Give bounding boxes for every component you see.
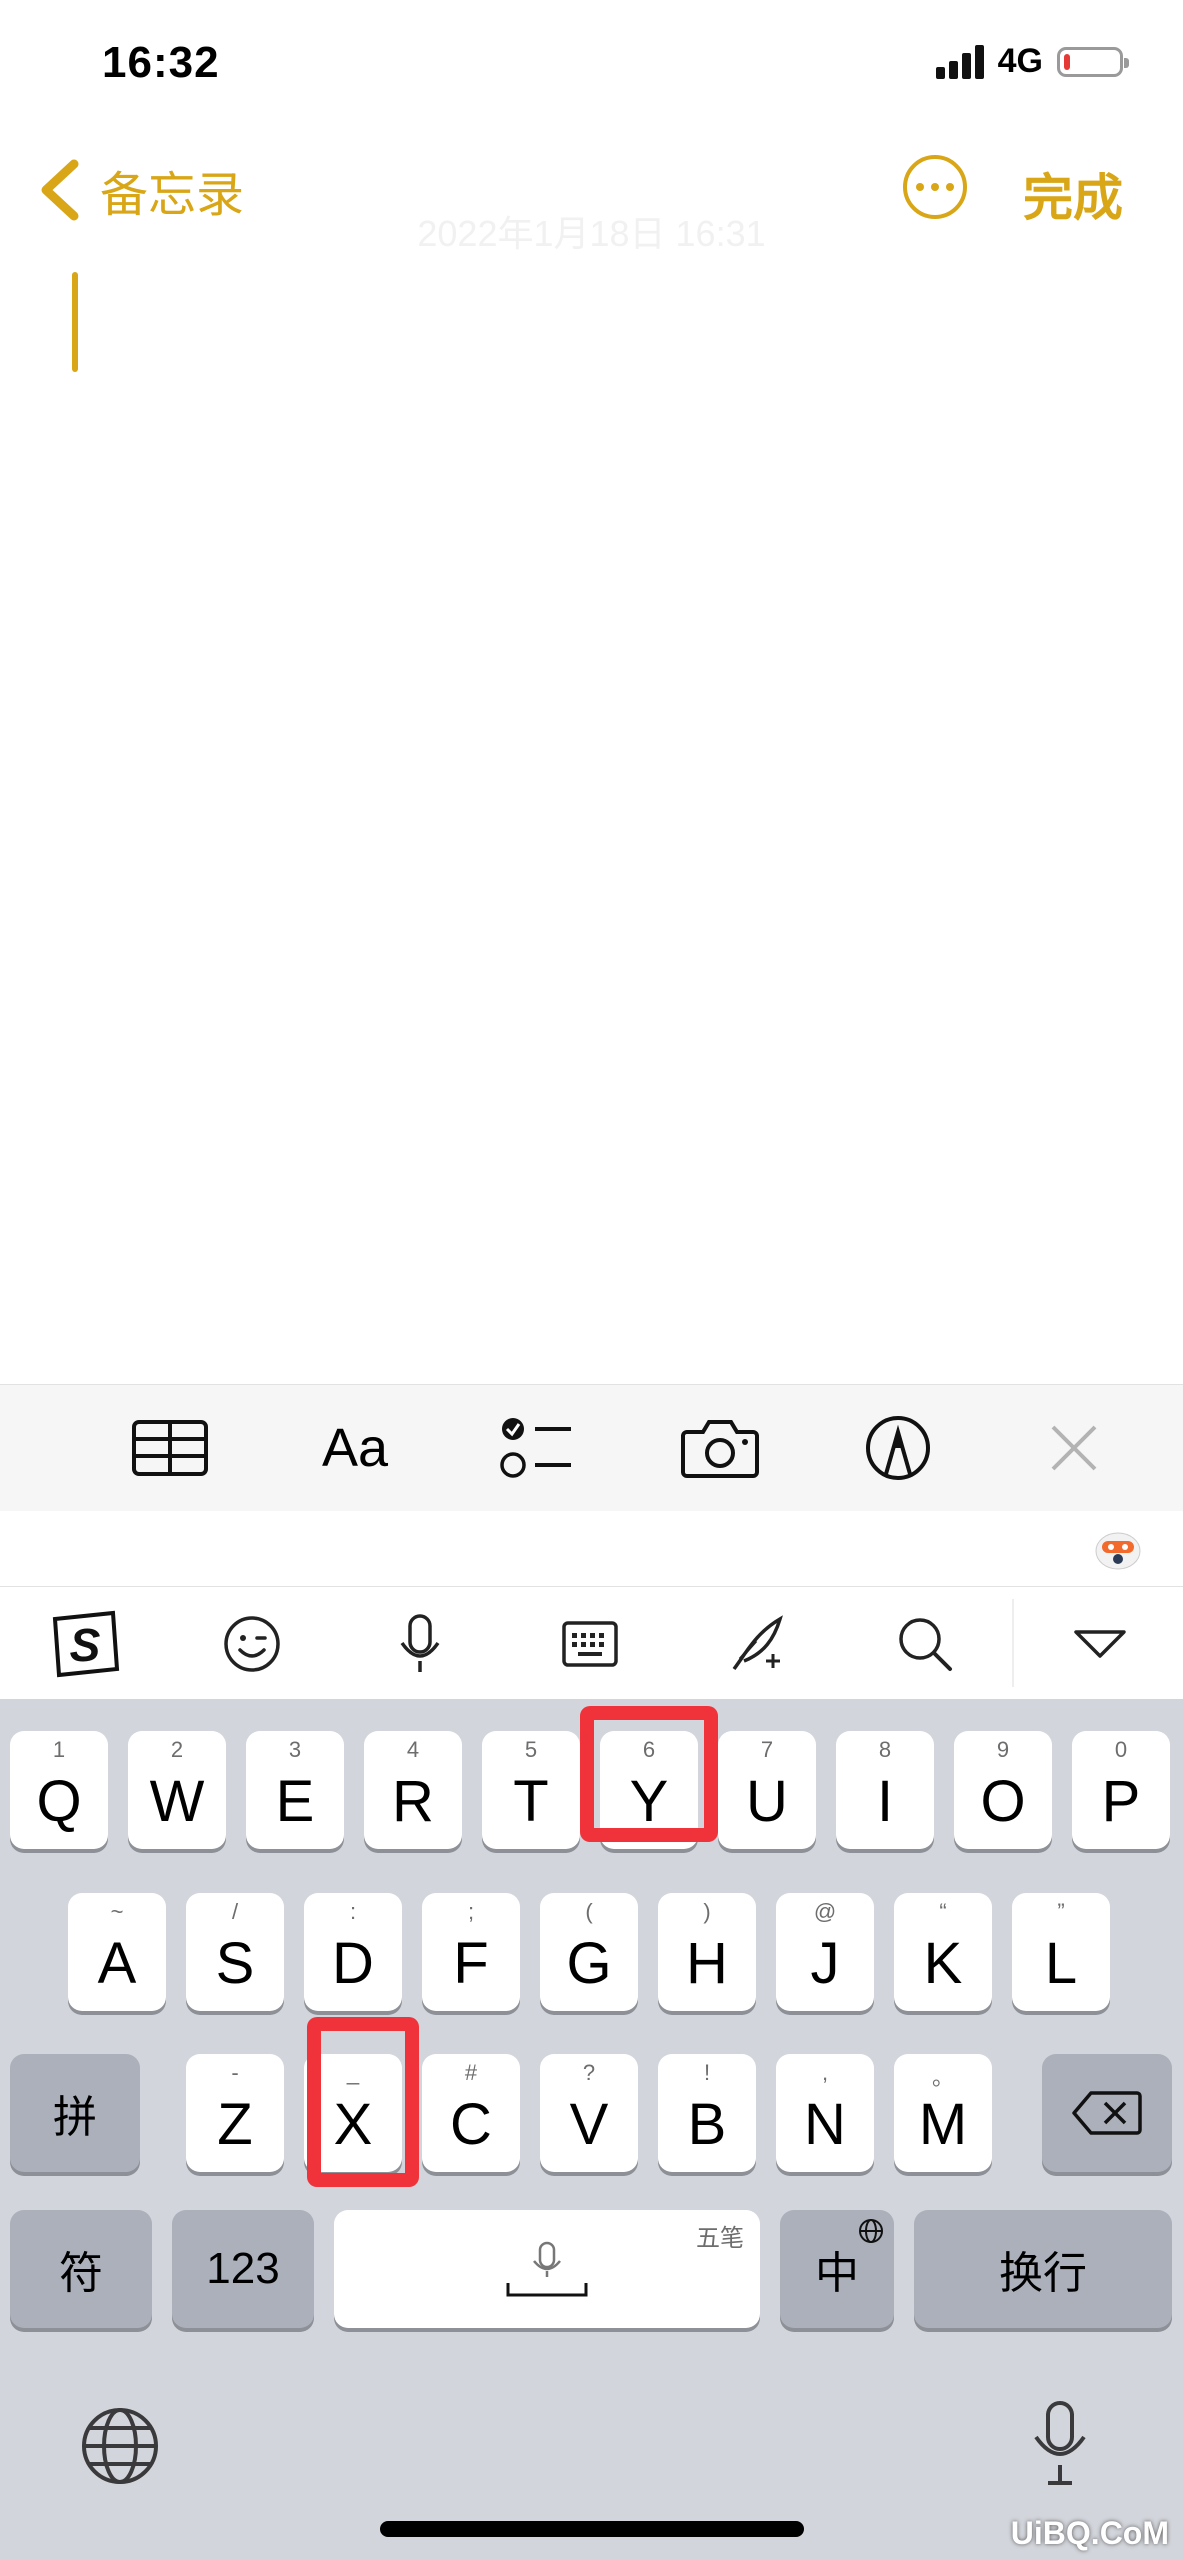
key-e[interactable]: 3E [246, 1731, 344, 1849]
key-l[interactable]: ” L [1012, 1893, 1110, 2011]
sogou-logo-letter: S [70, 1619, 101, 1671]
key-o[interactable]: 9O [954, 1731, 1052, 1849]
checklist-icon[interactable] [498, 1413, 574, 1483]
format-toolbar: Aa [0, 1384, 1183, 1512]
watermark: UiBQ.CoM [1010, 2515, 1169, 2551]
delete-key[interactable] [1042, 2054, 1172, 2172]
highlight-box-y [580, 1706, 718, 1842]
keyboard-icon[interactable] [560, 1609, 620, 1679]
key-b[interactable]: ! B [658, 2054, 756, 2172]
toolbar-divider [1012, 1599, 1014, 1687]
dictation-icon[interactable] [1030, 2399, 1090, 2489]
key-p[interactable]: 0P [1072, 1731, 1170, 1849]
home-indicator[interactable] [380, 2521, 804, 2537]
globe-small-icon [859, 2219, 883, 2243]
sogou-logo-icon[interactable]: S [45, 1609, 125, 1679]
network-label: 4G [997, 42, 1043, 80]
key-q[interactable]: 1Q [10, 1731, 108, 1849]
key-s[interactable]: / S [186, 1893, 284, 2011]
emoji-icon[interactable] [220, 1609, 284, 1679]
collapse-keyboard-icon[interactable] [1070, 1609, 1130, 1679]
globe-icon[interactable] [80, 2406, 160, 2486]
text-caret[interactable] [72, 272, 78, 372]
key-z[interactable]: -Z [186, 2054, 284, 2172]
key-j[interactable]: @ J [776, 1893, 874, 2011]
key-i[interactable]: 8I [836, 1731, 934, 1849]
key-m[interactable]: 。 M [894, 2054, 992, 2172]
language-key[interactable]: 中 [780, 2210, 894, 2328]
symbols-key[interactable]: 符 [10, 2210, 152, 2328]
key-t[interactable]: 5T [482, 1731, 580, 1849]
table-icon[interactable] [130, 1413, 210, 1483]
signal-icon [935, 44, 984, 79]
status-time: 16:32 [102, 38, 220, 87]
key-h[interactable]: ) H [658, 1893, 756, 2011]
markup-icon[interactable] [862, 1413, 934, 1483]
key-f[interactable]: ; F [422, 1893, 520, 2011]
space-mic-icon [506, 2241, 588, 2297]
battery-icon [1057, 46, 1129, 77]
key-k[interactable]: “K [894, 1893, 992, 2011]
backspace-icon [1072, 2091, 1142, 2135]
key-d[interactable]: :D [304, 1893, 402, 2011]
sogou-mascot-icon[interactable] [1093, 1525, 1143, 1571]
space-hint: 五笔 [696, 2225, 744, 2252]
handwriting-icon[interactable] [725, 1609, 789, 1679]
text-format-button[interactable]: Aa [310, 1413, 400, 1483]
return-key[interactable]: 换行 [914, 2210, 1172, 2328]
search-icon[interactable] [895, 1609, 955, 1679]
key-v[interactable]: ? V [540, 2054, 638, 2172]
highlight-box-x [307, 2017, 419, 2187]
key-w[interactable]: 2W [128, 1731, 226, 1849]
ime-toolbar: S [0, 1587, 1183, 1699]
key-c[interactable]: # C [422, 2054, 520, 2172]
key-g[interactable]: (G [540, 1893, 638, 2011]
close-icon[interactable] [1044, 1413, 1104, 1483]
key-u[interactable]: 7U [718, 1731, 816, 1849]
status-indicators: 4G [935, 42, 1129, 81]
camera-icon[interactable] [680, 1413, 760, 1483]
pinyin-key[interactable]: 拼 [10, 2054, 140, 2172]
key-a[interactable]: ~ A [68, 1893, 166, 2011]
voice-input-icon[interactable] [395, 1609, 445, 1679]
space-key[interactable]: 五笔 [334, 2210, 760, 2328]
numbers-key[interactable]: 123 [172, 2210, 314, 2328]
note-date: 2022年1月18日 16:31 [417, 213, 766, 254]
candidate-bar [0, 1511, 1183, 1587]
key-n[interactable]: ,N [776, 2054, 874, 2172]
key-r[interactable]: 4R [364, 1731, 462, 1849]
